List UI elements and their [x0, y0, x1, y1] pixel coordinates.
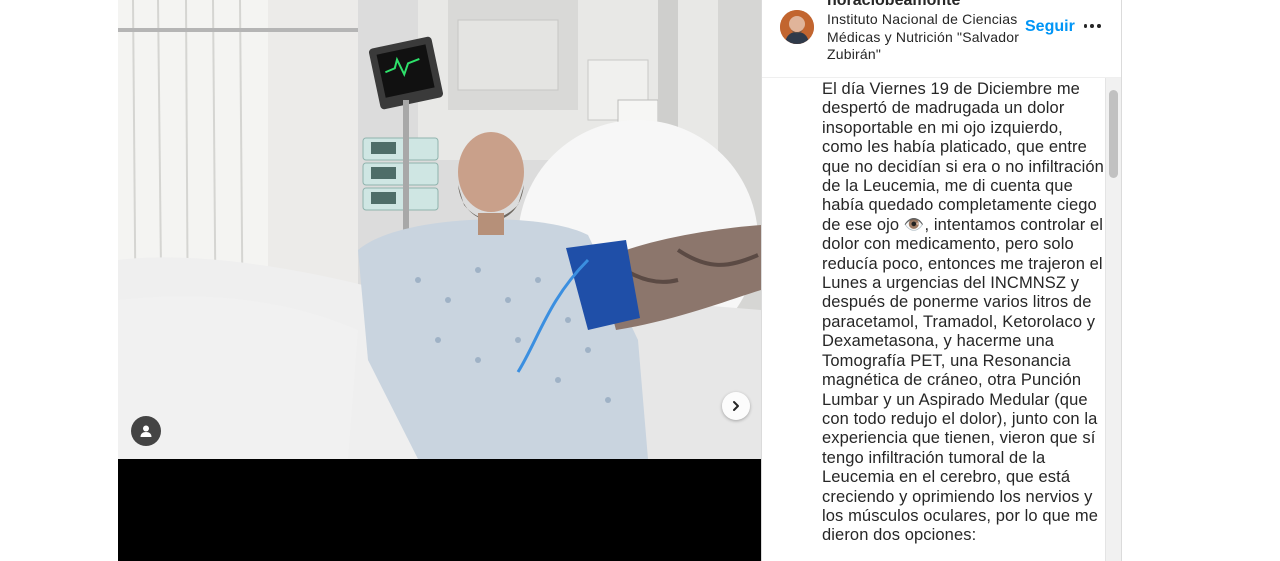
more-options-icon [1083, 24, 1088, 28]
post-header: horaciobeamonte Instituto Nacional de Ci… [762, 0, 1121, 78]
scrollbar-thumb[interactable] [1109, 90, 1118, 178]
user-tag-icon [140, 425, 152, 437]
chevron-right-icon [733, 401, 739, 411]
follow-button[interactable]: Seguir [1025, 18, 1075, 36]
media-letterbox [118, 459, 761, 561]
post-media [118, 0, 761, 561]
next-image-button[interactable] [722, 392, 750, 420]
post-caption: El día Viernes 19 de Diciembre me desper… [822, 80, 1104, 545]
comments-scrollbar[interactable] [1105, 78, 1121, 561]
caption-container[interactable]: El día Viernes 19 de Diciembre me desper… [822, 78, 1107, 561]
avatar[interactable] [780, 10, 814, 44]
avatar-image [780, 10, 814, 44]
page-backdrop-left [0, 0, 118, 561]
username[interactable]: horaciobeamonte [827, 0, 960, 10]
more-options-dot [1096, 24, 1101, 28]
more-options-button[interactable] [1082, 16, 1102, 36]
location[interactable]: Instituto Nacional de Ciencias Médicas y… [827, 11, 1027, 64]
post-photo [118, 0, 761, 459]
post-info-panel: horaciobeamonte Instituto Nacional de Ci… [761, 0, 1122, 561]
more-options-dot [1090, 24, 1094, 28]
page-backdrop-right [1122, 0, 1280, 561]
tagged-users-button[interactable] [131, 416, 161, 446]
